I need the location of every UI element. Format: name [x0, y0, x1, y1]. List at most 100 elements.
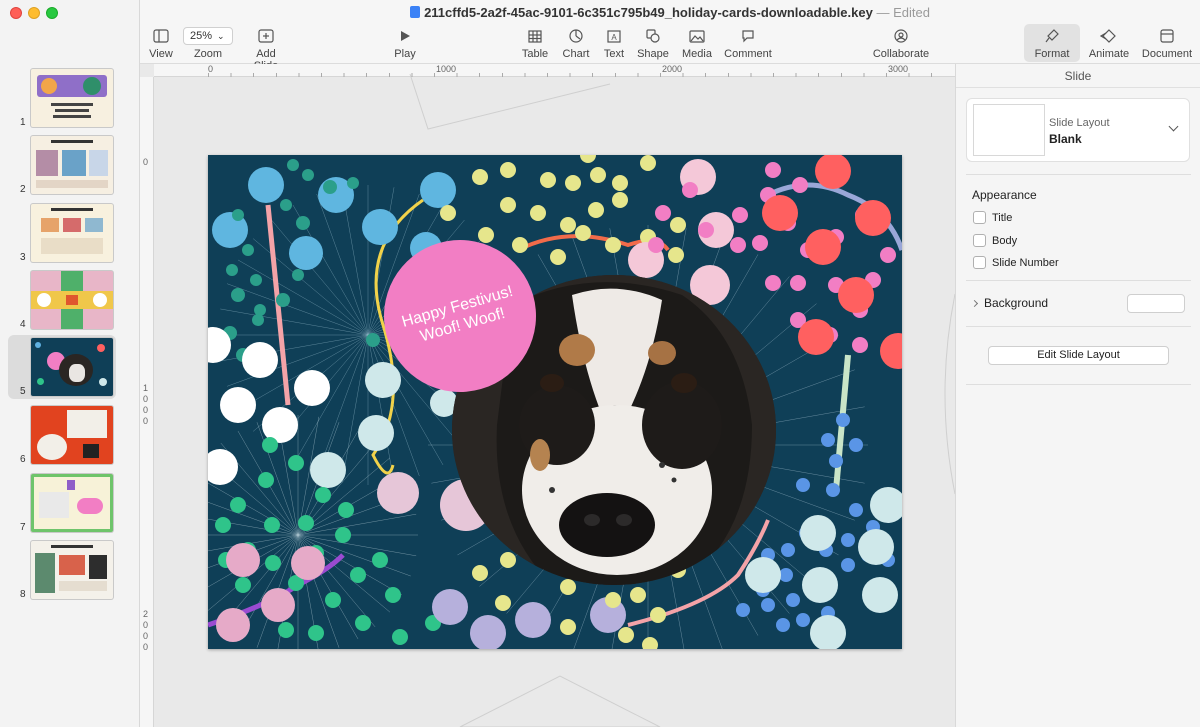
- slide-navigator: 1 2 3 4 5 6 7 8: [0, 0, 140, 727]
- chevron-down-icon: ⌄: [217, 31, 225, 41]
- confetti-dot: [231, 288, 245, 302]
- collaborate-icon: [894, 29, 908, 43]
- slide-thumbnail-7[interactable]: 7: [0, 471, 140, 535]
- slide-thumbnail-2[interactable]: 2: [0, 133, 140, 197]
- confetti-dot: [870, 487, 902, 523]
- slide-layout-picker[interactable]: Slide Layout Blank: [966, 98, 1190, 162]
- confetti-dot: [648, 237, 664, 253]
- confetti-dot: [392, 629, 408, 645]
- confetti-dot: [855, 200, 891, 236]
- confetti-dot: [232, 209, 244, 221]
- slide-number: 3: [20, 252, 26, 263]
- thumbnail-image: [31, 204, 113, 262]
- confetti-dot: [798, 319, 834, 355]
- confetti-dot: [495, 595, 511, 611]
- body-checkbox-row[interactable]: Body: [973, 234, 1017, 247]
- confetti-dot: [650, 607, 666, 623]
- edit-slide-layout-button[interactable]: Edit Slide Layout: [988, 346, 1169, 365]
- confetti-dot: [372, 552, 388, 568]
- confetti-dot: [220, 387, 256, 423]
- slide-thumbnail-3[interactable]: 3: [0, 201, 140, 265]
- document-icon: [1160, 29, 1174, 43]
- document-button[interactable]: Document: [1140, 26, 1194, 60]
- confetti-dot: [254, 304, 266, 316]
- confetti-dot: [752, 235, 768, 251]
- slide-number-checkbox[interactable]: [973, 256, 986, 269]
- view-button[interactable]: View: [148, 26, 174, 60]
- format-inspector: Slide Slide Layout Blank Appearance Titl…: [955, 64, 1200, 727]
- confetti-dot: [366, 333, 380, 347]
- confetti-dot: [682, 182, 698, 198]
- confetti-dot: [310, 452, 346, 488]
- confetti-dot: [858, 529, 894, 565]
- format-button[interactable]: Format: [1024, 24, 1080, 62]
- zoom-control[interactable]: 25% ⌄ Zoom: [182, 26, 234, 60]
- confetti-dot: [668, 247, 684, 263]
- text-box-icon: A: [607, 29, 621, 43]
- confetti-dot: [588, 202, 604, 218]
- confetti-dot: [355, 615, 371, 631]
- animate-button[interactable]: Animate: [1087, 26, 1131, 60]
- confetti-dot: [280, 199, 292, 211]
- thumbnail-image: [31, 136, 113, 194]
- slide-thumbnail-8[interactable]: 8: [0, 538, 140, 602]
- slide-canvas[interactable]: 0 1000 2000 3000 0 1 0 0 0 2 0 0 0 Happy…: [140, 64, 955, 727]
- confetti-dot: [385, 587, 401, 603]
- confetti-dot: [590, 167, 606, 183]
- appearance-heading: Appearance: [972, 188, 1037, 202]
- confetti-dot: [258, 472, 274, 488]
- thumbnail-image: [31, 406, 113, 464]
- minimize-window-button[interactable]: [28, 7, 40, 19]
- slide-thumbnail-4[interactable]: 4: [0, 268, 140, 332]
- burst-line: [271, 219, 369, 336]
- chart-button[interactable]: Chart: [561, 26, 591, 60]
- layout-thumbnail: [974, 105, 1044, 155]
- sidebar-icon: [153, 29, 169, 43]
- confetti-dot: [841, 558, 855, 572]
- slide-thumbnail-5[interactable]: 5: [8, 335, 116, 399]
- confetti-dot: [761, 598, 775, 612]
- confetti-dot: [215, 517, 231, 533]
- background-disclosure[interactable]: Background: [970, 296, 1048, 310]
- text-button[interactable]: A Text: [602, 26, 626, 60]
- confetti-dot: [478, 227, 494, 243]
- collaborate-button[interactable]: Collaborate: [871, 26, 931, 60]
- confetti-dot: [276, 293, 290, 307]
- confetti-dot: [252, 314, 264, 326]
- play-button[interactable]: Play: [393, 26, 417, 60]
- slide-number: 8: [20, 589, 26, 600]
- confetti-dot: [323, 180, 337, 194]
- confetti-dot: [296, 216, 310, 230]
- body-checkbox[interactable]: [973, 234, 986, 247]
- confetti-dot: [230, 497, 246, 513]
- slide-number: 5: [20, 386, 26, 397]
- media-icon: [689, 29, 705, 43]
- play-icon: [401, 31, 410, 41]
- confetti-dot: [226, 264, 238, 276]
- confetti-dot: [765, 162, 781, 178]
- confetti-dot: [287, 159, 299, 171]
- slide-thumbnail-1[interactable]: 1: [0, 66, 140, 130]
- confetti-dot: [630, 587, 646, 603]
- title-checkbox-row[interactable]: Title: [973, 211, 1012, 224]
- confetti-dot: [248, 167, 284, 203]
- comment-button[interactable]: Comment: [724, 26, 772, 60]
- confetti-dot: [805, 229, 841, 265]
- shape-button[interactable]: Shape: [636, 26, 670, 60]
- zoom-select[interactable]: 25% ⌄: [183, 27, 233, 45]
- table-button[interactable]: Table: [521, 26, 549, 60]
- zoom-window-button[interactable]: [46, 7, 58, 19]
- slide-thumbnail-6[interactable]: 6: [0, 403, 140, 467]
- background-color-well[interactable]: [1127, 294, 1185, 313]
- confetti-dot: [242, 244, 254, 256]
- slide-layout-label: Slide Layout: [1049, 117, 1110, 129]
- confetti-dot: [640, 155, 656, 171]
- chevron-down-icon[interactable]: [1168, 121, 1179, 132]
- current-slide[interactable]: Happy Festivus! Woof! Woof!: [208, 155, 902, 649]
- confetti-dot: [338, 502, 354, 518]
- media-button[interactable]: Media: [681, 26, 713, 60]
- close-window-button[interactable]: [10, 7, 22, 19]
- title-checkbox[interactable]: [973, 211, 986, 224]
- confetti-dot: [862, 577, 898, 613]
- slide-number-checkbox-row[interactable]: Slide Number: [973, 256, 1059, 269]
